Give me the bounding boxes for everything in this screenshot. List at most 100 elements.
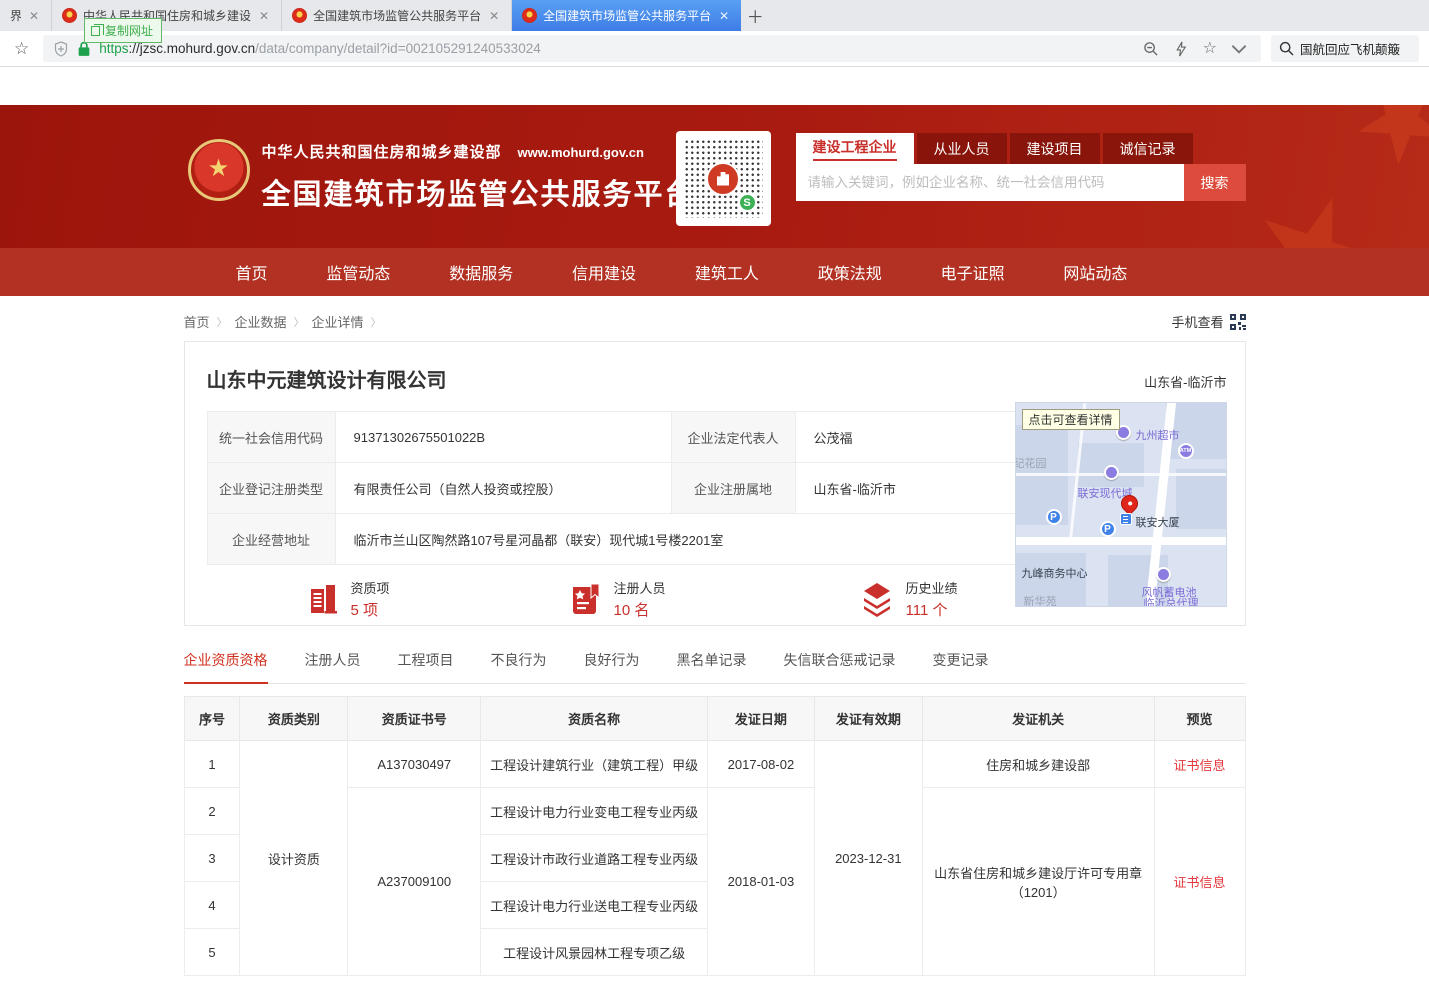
qualification-table: 序号 资质类别 资质证书号 资质名称 发证日期 发证有效期 发证机关 预览 1 … (184, 696, 1246, 976)
tab-close-icon[interactable]: ✕ (27, 9, 41, 23)
search-button[interactable]: 搜索 (1184, 164, 1246, 201)
nav-item-site-news[interactable]: 网站动态 (1063, 260, 1127, 284)
tab-close-icon[interactable]: ✕ (257, 9, 271, 23)
url-field[interactable]: https://jzsc.mohurd.gov.cn/data/company/… (43, 35, 1261, 62)
battery-shop-pin-icon (1156, 567, 1171, 582)
stat-value: 5 项 (351, 599, 390, 620)
search-tab-personnel[interactable]: 从业人员 (917, 133, 1007, 164)
map-label-xinhuayuan: 新华苑 (1024, 593, 1057, 607)
breadcrumb-home[interactable]: 首页 (184, 312, 210, 331)
qr-code-icon[interactable] (1230, 314, 1246, 330)
zoom-out-icon[interactable] (1143, 41, 1159, 57)
nav-item-e-license[interactable]: 电子证照 (941, 260, 1005, 284)
cell-no: 4 (184, 882, 240, 929)
col-header-issue-date: 发证日期 (707, 697, 814, 741)
nav-item-credit[interactable]: 信用建设 (572, 260, 636, 284)
company-stats: 资质项 5 项 注册人员 10 名 (207, 578, 1019, 620)
site-favicon-icon (522, 8, 537, 23)
browser-tab-1[interactable]: 界 ✕ (0, 0, 52, 31)
header-qr-code: S (676, 131, 771, 226)
browser-tab-strip: 界 ✕ 中华人民共和国住房和城乡建设 ✕ 全国建筑市场监管公共服务平台 ✕ 全国… (0, 0, 1429, 31)
flash-icon[interactable] (1173, 41, 1189, 57)
nav-item-workers[interactable]: 建筑工人 (695, 260, 759, 284)
col-header-category: 资质类别 (240, 697, 348, 741)
map-label-business-center: 九峰商务中心 (1022, 565, 1088, 581)
chevron-down-icon[interactable] (1231, 41, 1247, 57)
certificate-info-link[interactable]: 证书信息 (1174, 875, 1226, 890)
stat-value: 111 个 (906, 599, 958, 620)
breadcrumb: 首页〉 企业数据〉 企业详情〉 手机查看 (184, 312, 1246, 331)
stat-qualifications[interactable]: 资质项 5 项 (305, 578, 390, 620)
favorite-star-icon[interactable]: ☆ (1203, 41, 1217, 57)
nav-item-data-service[interactable]: 数据服务 (449, 260, 513, 284)
stat-historical-performance[interactable]: 历史业绩 111 个 (858, 578, 958, 620)
stat-value: 10 名 (614, 599, 666, 620)
tab-registered-personnel[interactable]: 注册人员 (305, 650, 361, 683)
certificate-info-link[interactable]: 证书信息 (1174, 758, 1226, 773)
stat-label: 历史业绩 (906, 578, 958, 597)
location-map[interactable]: 九州超市 ATM 纪花园 联安现代城 联安大厦 P P 九峰商务中心 风帆蓄电池… (1015, 402, 1227, 607)
cell-issue-date: 2018-01-03 (707, 788, 814, 976)
residence-pin-icon (1104, 465, 1119, 480)
tab-close-icon[interactable]: ✕ (717, 9, 731, 23)
field-label: 企业注册属地 (671, 463, 795, 514)
browser-address-bar: ☆ https://jzsc.mohurd.gov.cn/data/compan… (0, 31, 1429, 67)
keyword-search-input[interactable] (796, 164, 1184, 201)
cell-qual-name: 工程设计建筑行业（建筑工程）甲级 (481, 741, 708, 788)
browser-tab-3[interactable]: 全国建筑市场监管公共服务平台 ✕ (282, 0, 512, 31)
stat-registered-personnel[interactable]: 注册人员 10 名 (568, 578, 666, 620)
qr-pattern: S (684, 139, 763, 218)
shield-icon (53, 41, 69, 57)
field-label: 企业经营地址 (207, 514, 335, 565)
nav-item-policy[interactable]: 政策法规 (818, 260, 882, 284)
tab-projects[interactable]: 工程项目 (398, 650, 454, 683)
mobile-view-label[interactable]: 手机查看 (1171, 312, 1223, 331)
table-header-row: 序号 资质类别 资质证书号 资质名称 发证日期 发证有效期 发证机关 预览 (184, 697, 1245, 741)
tab-title: 界 (10, 7, 21, 24)
nav-item-home[interactable]: 首页 (236, 260, 268, 284)
field-label: 企业登记注册类型 (207, 463, 335, 514)
nav-item-supervision[interactable]: 监管动态 (326, 260, 390, 284)
breadcrumb-company-data[interactable]: 企业数据 (235, 312, 287, 331)
map-tooltip: 点击可查看详情 (1022, 409, 1120, 430)
tab-title: 全国建筑市场监管公共服务平台 (313, 7, 481, 24)
cell-valid-until: 2023-12-31 (814, 741, 922, 976)
tower-building-icon (1120, 513, 1132, 525)
cell-qual-name: 工程设计市政行业道路工程专业丙级 (481, 835, 708, 882)
breadcrumb-company-detail[interactable]: 企业详情 (312, 312, 364, 331)
page-top-gap (0, 67, 1429, 105)
tab-bad-behavior[interactable]: 不良行为 (491, 650, 547, 683)
browser-quick-search[interactable]: 国航回应飞机颠簸 (1271, 35, 1419, 62)
bookmark-star-icon[interactable]: ☆ (10, 39, 33, 59)
col-header-cert-no: 资质证书号 (348, 697, 481, 741)
tab-dishonesty-records[interactable]: 失信联合惩戒记录 (784, 650, 896, 683)
cell-no: 2 (184, 788, 240, 835)
col-header-name: 资质名称 (481, 697, 708, 741)
field-value-credit-code: 91371302675501022B (335, 412, 671, 463)
tab-close-icon[interactable]: ✕ (487, 9, 501, 23)
platform-title: 全国建筑市场监管公共服务平台 (262, 171, 696, 213)
tab-qualifications[interactable]: 企业资质资格 (184, 650, 268, 684)
tab-change-records[interactable]: 变更记录 (933, 650, 989, 683)
cell-qual-name: 工程设计电力行业变电工程专业丙级 (481, 788, 708, 835)
detail-tab-bar: 企业资质资格 注册人员 工程项目 不良行为 良好行为 黑名单记录 失信联合惩戒记… (184, 650, 1246, 684)
layers-icon (858, 581, 896, 617)
ministry-url: www.mohurd.gov.cn (518, 145, 644, 160)
cell-no: 1 (184, 741, 240, 788)
browser-tab-active[interactable]: 全国建筑市场监管公共服务平台 ✕ (512, 0, 741, 31)
new-tab-button[interactable]: ＋ (741, 0, 769, 31)
field-value-legal-rep: 公茂福 (795, 412, 1019, 463)
cell-no: 3 (184, 835, 240, 882)
field-value-address: 临沂市兰山区陶然路107号星河晶都（联安）现代城1号楼2201室 (335, 514, 1019, 565)
tab-blacklist[interactable]: 黑名单记录 (677, 650, 747, 683)
tab-good-behavior[interactable]: 良好行为 (584, 650, 640, 683)
search-tab-credit[interactable]: 诚信记录 (1103, 133, 1193, 164)
search-tab-project[interactable]: 建设项目 (1010, 133, 1100, 164)
cell-authority: 山东省住房和城乡建设厅许可专用章 （1201） (922, 788, 1154, 976)
ministry-name: 中华人民共和国住房和城乡建设部 (262, 144, 502, 161)
search-tab-enterprise[interactable]: 建设工程企业 (796, 133, 914, 164)
site-header: 中华人民共和国住房和城乡建设部 www.mohurd.gov.cn 全国建筑市场监… (0, 105, 1429, 248)
site-brand: 中华人民共和国住房和城乡建设部 www.mohurd.gov.cn 全国建筑市场监… (262, 141, 696, 213)
col-header-valid-until: 发证有效期 (814, 697, 922, 741)
building-icon (305, 581, 341, 617)
